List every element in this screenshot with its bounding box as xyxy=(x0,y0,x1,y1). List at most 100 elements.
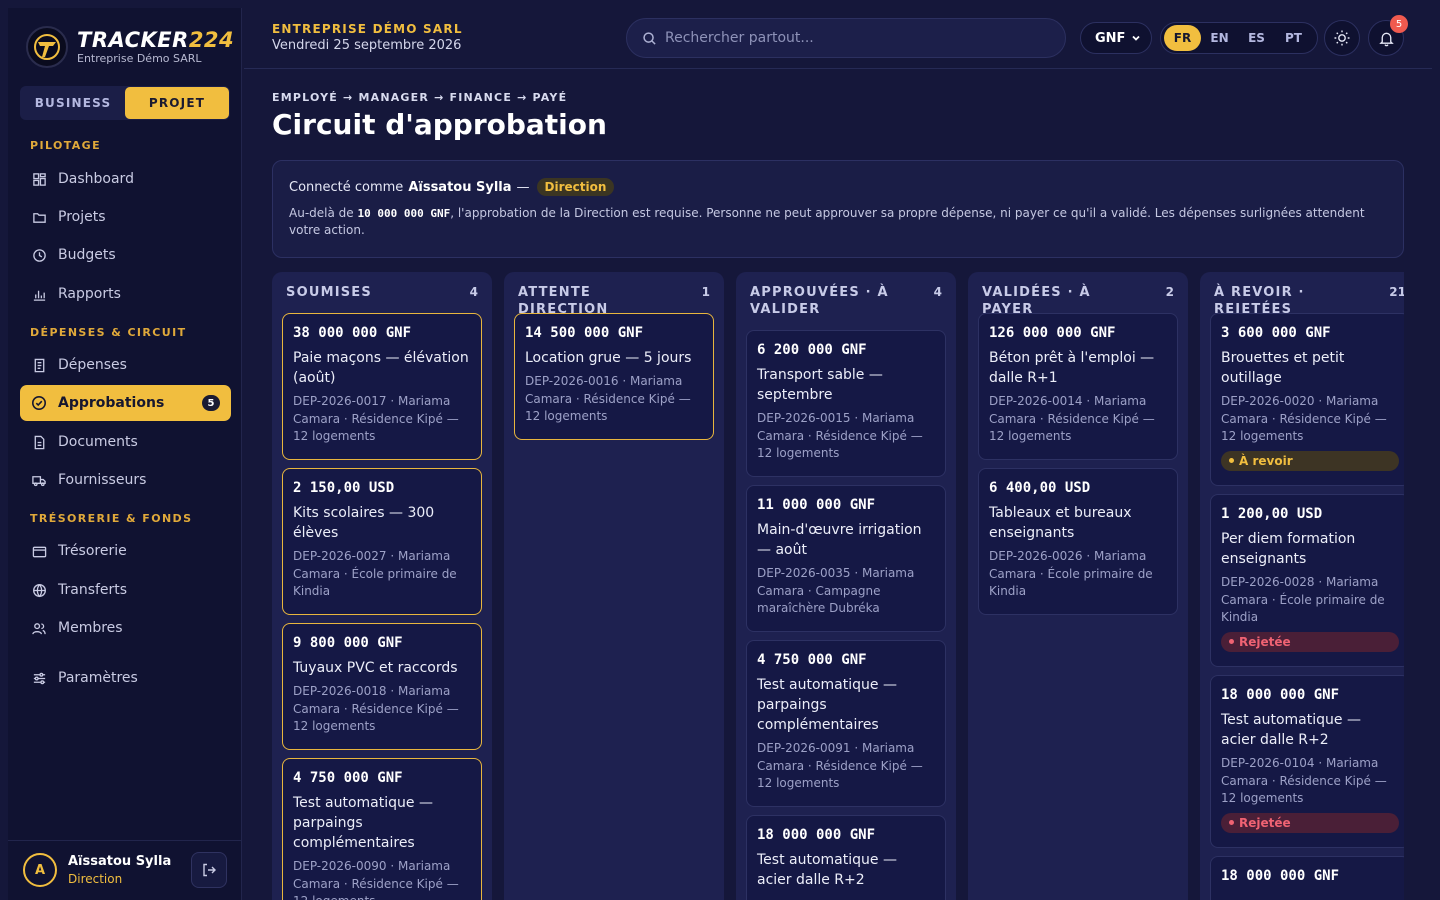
expense-amount: 1 200,00 USD xyxy=(1221,506,1323,522)
sidebar: TRACKER224 Entreprise Démo SARL BUSINESS… xyxy=(8,8,242,900)
column-title: SOUMISES xyxy=(286,285,372,300)
status-dot-icon xyxy=(1229,639,1234,644)
sun-icon xyxy=(1334,30,1350,46)
clock-icon xyxy=(31,247,47,263)
expense-card[interactable]: 4 750 000 GNF Test automatique — parpaing… xyxy=(746,640,946,807)
expense-card[interactable]: 11 000 000 GNF Main-d'œuvre irrigation — … xyxy=(746,485,946,632)
sidebar-item-transferts[interactable]: Transferts xyxy=(20,572,231,608)
notifications-button[interactable]: 5 xyxy=(1368,15,1408,56)
role-badge: Direction xyxy=(536,178,615,196)
globe-icon xyxy=(31,582,47,598)
expense-title: Location grue — 5 jours xyxy=(525,350,692,366)
expense-card[interactable]: 18 000 000 GNF Test automatique — acier d… xyxy=(746,815,946,900)
lang-fr-button[interactable]: FR xyxy=(1164,25,1201,51)
column-count: 1 xyxy=(701,285,710,299)
bell-icon xyxy=(1378,32,1394,46)
expense-card[interactable]: 4 750 000 GNF Test automatique — parpaing… xyxy=(282,758,482,900)
expense-title: Test automatique — acier dalle R+2 xyxy=(1221,712,1361,748)
expense-amount: 38 000 000 GNF xyxy=(293,325,412,341)
sidebar-item-rapports[interactable]: Rapports xyxy=(20,276,231,312)
expense-meta: DEP-2026-0016 · Mariama Camara · Résiden… xyxy=(525,374,691,423)
truck-icon xyxy=(31,472,47,488)
wallet-icon xyxy=(31,543,47,559)
logout-button[interactable] xyxy=(191,852,227,888)
expense-meta: DEP-2026-0018 · Mariama Camara · Résiden… xyxy=(293,684,459,733)
theme-toggle-button[interactable] xyxy=(1324,20,1360,56)
language-switcher: FR EN ES PT xyxy=(1160,22,1318,54)
approval-rule-text: Au-delà de 10 000 000 GNF, l'approbation… xyxy=(289,206,1365,237)
breadcrumb: EMPLOYÉ → MANAGER → FINANCE → PAYÉ xyxy=(272,91,568,104)
notification-count-badge: 5 xyxy=(1390,15,1408,33)
expense-amount: 126 000 000 GNF xyxy=(989,325,1116,341)
lang-es-button[interactable]: ES xyxy=(1238,25,1275,51)
nav-section-depenses: DÉPENSES & CIRCUIT xyxy=(30,326,187,339)
header-date: Vendredi 25 septembre 2026 xyxy=(272,38,462,53)
expense-title: Test automatique — acier dalle R+2 xyxy=(757,852,897,888)
sidebar-item-budgets[interactable]: Budgets xyxy=(20,237,231,273)
expense-amount: 14 500 000 GNF xyxy=(525,325,644,341)
user-name: Aïssatou Sylla xyxy=(68,854,172,869)
sidebar-item-membres[interactable]: Membres xyxy=(20,610,231,646)
lang-en-button[interactable]: EN xyxy=(1201,25,1238,51)
expense-card[interactable]: 14 500 000 GNF Location grue — 5 jours DEP… xyxy=(514,313,714,440)
sidebar-item-dashboard[interactable]: Dashboard xyxy=(20,161,231,197)
sidebar-item-projets[interactable]: Projets xyxy=(20,199,231,235)
expense-card[interactable]: 6 200 000 GNF Transport sable — septembre… xyxy=(746,330,946,477)
avatar[interactable]: A xyxy=(23,853,57,887)
expense-meta: DEP-2026-0014 · Mariama Camara · Résiden… xyxy=(989,394,1155,443)
expense-card[interactable]: 2 150,00 USD Kits scolaires — 300 élèves D… xyxy=(282,468,482,615)
expense-card[interactable]: 1 200,00 USD Per diem formation enseignan… xyxy=(1210,494,1404,667)
expense-card[interactable]: 18 000 000 GNF Test automatique — acier d… xyxy=(1210,675,1404,848)
expense-card[interactable]: 9 800 000 GNF Tuyaux PVC et raccords DEP-2… xyxy=(282,623,482,750)
sidebar-item-fournisseurs[interactable]: Fournisseurs xyxy=(20,462,231,498)
mode-projet-button[interactable]: PROJET xyxy=(125,87,229,119)
sidebar-item-depenses[interactable]: Dépenses xyxy=(20,347,231,383)
expense-amount: 2 150,00 USD xyxy=(293,480,395,496)
expense-card[interactable]: 126 000 000 GNF Béton prêt à l'emploi — d… xyxy=(978,313,1178,460)
column-count: 21 xyxy=(1389,285,1404,299)
expense-amount: 18 000 000 GNF xyxy=(757,827,876,843)
mode-switch: BUSINESS PROJET xyxy=(20,86,230,120)
search-icon xyxy=(643,31,656,45)
expense-title: Main-d'œuvre irrigation — août xyxy=(757,522,922,558)
expense-title: Test automatique — parpaings complémenta… xyxy=(293,795,433,851)
expense-title: Transport sable — septembre xyxy=(757,367,883,403)
search-input[interactable] xyxy=(665,30,1045,46)
sidebar-item-approbations[interactable]: Approbations 5 xyxy=(20,385,231,421)
expense-title: Paie maçons — élévation (août) xyxy=(293,350,469,386)
column-count: 4 xyxy=(469,285,478,299)
currency-select[interactable]: GNF xyxy=(1080,22,1152,54)
expense-amount: 11 000 000 GNF xyxy=(757,497,876,513)
nav-section-tresorerie: TRÉSORERIE & FONDS xyxy=(30,512,193,525)
expense-card[interactable]: 38 000 000 GNF Paie maçons — élévation (a… xyxy=(282,313,482,460)
users-icon xyxy=(31,620,47,636)
search-bar[interactable] xyxy=(626,18,1066,58)
kanban-board: SOUMISES 4 38 000 000 GNF Paie maçons — élé… xyxy=(272,272,1404,900)
expense-meta: DEP-2026-0090 · Mariama Camara · Résiden… xyxy=(293,859,459,900)
expense-amount: 6 200 000 GNF xyxy=(757,342,867,358)
connected-user: Aïssatou Sylla xyxy=(408,179,512,195)
chevron-down-icon xyxy=(1132,35,1140,41)
expense-title: Tableaux et bureaux enseignants xyxy=(989,505,1132,541)
status-dot-icon xyxy=(1229,458,1234,463)
expense-card[interactable]: 6 400,00 USD Tableaux et bureaux enseigna… xyxy=(978,468,1178,615)
brand-name: TRACKER224 xyxy=(77,28,235,52)
folder-icon xyxy=(31,209,47,225)
expense-card[interactable]: 18 000 000 GNF xyxy=(1210,856,1404,900)
expense-amount: 4 750 000 GNF xyxy=(293,770,403,786)
expense-meta: DEP-2026-0026 · Mariama Camara · École p… xyxy=(989,549,1153,598)
page-title: Circuit d'approbation xyxy=(272,108,607,141)
expense-title: Tuyaux PVC et raccords xyxy=(293,660,458,676)
column-a-revoir: À REVOIR · REJETÉES 21 3 600 000 GNF Brouet… xyxy=(1200,272,1404,900)
lang-pt-button[interactable]: PT xyxy=(1275,25,1312,51)
brand[interactable]: TRACKER224 Entreprise Démo SARL xyxy=(26,26,234,68)
sidebar-item-parametres[interactable]: Paramètres xyxy=(20,660,231,696)
sidebar-item-tresorerie[interactable]: Trésorerie xyxy=(20,533,231,569)
expense-card[interactable]: 3 600 000 GNF Brouettes et petit outillag… xyxy=(1210,313,1404,486)
logout-icon xyxy=(203,863,216,877)
sidebar-item-documents[interactable]: Documents xyxy=(20,424,231,460)
expense-amount: 9 800 000 GNF xyxy=(293,635,403,651)
mode-business-button[interactable]: BUSINESS xyxy=(21,87,125,119)
column-count: 4 xyxy=(933,285,942,299)
column-validees: VALIDÉES · À PAYER 2 126 000 000 GNF Béton … xyxy=(968,272,1188,900)
